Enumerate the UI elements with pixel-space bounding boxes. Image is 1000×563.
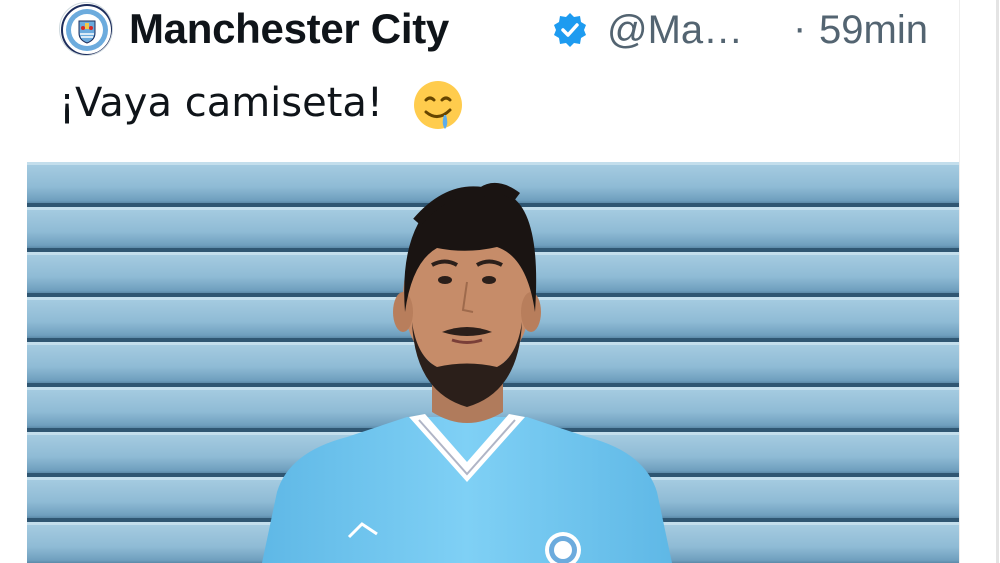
author-handle[interactable]: @Ma… — [607, 8, 743, 53]
scrollbar-track[interactable] — [996, 0, 999, 563]
header-separator: · — [793, 6, 807, 50]
drooling-face-emoji-icon — [411, 78, 465, 132]
man-city-crest-icon — [61, 4, 112, 55]
tweet-header: Manchester City @Ma… · 59min — [59, 0, 959, 58]
timeline-scrollbar[interactable] — [959, 0, 1000, 563]
author-display-name[interactable]: Manchester City — [129, 5, 449, 53]
tweet-timestamp[interactable]: 59min — [819, 8, 928, 53]
tweet-media-photo[interactable] — [27, 162, 959, 563]
verified-badge-icon — [552, 12, 588, 48]
photo-media — [27, 162, 959, 563]
tweet-text: ¡Vaya camiseta! — [59, 80, 383, 126]
tweet-card[interactable]: Manchester City @Ma… · 59min ¡Vaya camis… — [27, 0, 959, 563]
author-avatar[interactable] — [59, 2, 113, 56]
